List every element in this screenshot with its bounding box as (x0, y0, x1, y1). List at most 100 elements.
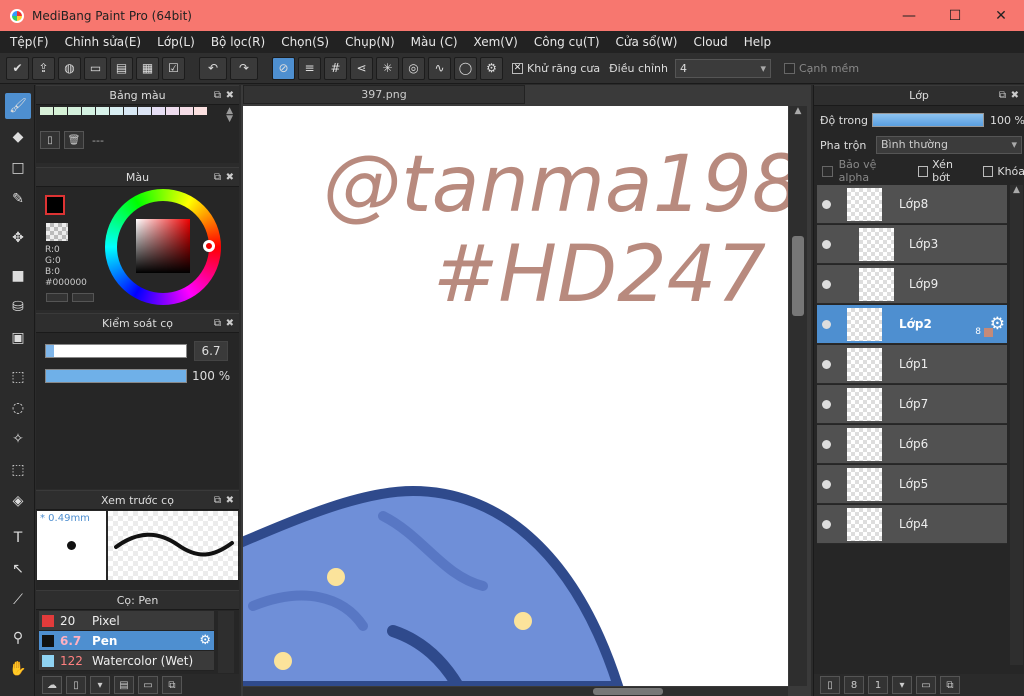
brush-item-watercolor[interactable]: 122 Watercolor (Wet) (39, 651, 214, 671)
new-1bit-layer-icon[interactable]: 1 (868, 676, 888, 694)
layer-list-scrollbar[interactable]: ▲ (1010, 185, 1023, 665)
brush-list-scrollbar[interactable] (218, 611, 234, 673)
snap-ellipse-icon[interactable]: ◯ (454, 56, 477, 80)
close-icon[interactable]: ✖ (226, 491, 234, 510)
snap-grid-icon[interactable]: # (324, 56, 347, 80)
layer-visibility-icon[interactable] (822, 320, 831, 329)
brush-size-value[interactable]: 6.7 (194, 341, 228, 361)
brush-opacity-slider[interactable] (45, 369, 187, 383)
duplicate-layer-icon[interactable]: ⧉ (940, 676, 960, 694)
hand-tool-icon[interactable]: ✋ (5, 656, 31, 682)
snap-off-icon[interactable]: ⊘ (272, 56, 295, 80)
delete-palette-icon[interactable]: 🗑 (64, 131, 84, 149)
rectangle-tool-icon[interactable]: □ (5, 155, 31, 181)
text-tool-icon[interactable]: T (5, 525, 31, 551)
move-tool-icon[interactable]: ✥ (5, 225, 31, 251)
add-brush-icon[interactable]: ▯ (66, 676, 86, 694)
menu-filter[interactable]: Bộ lọc(R) (203, 31, 273, 53)
brush-duplicate-icon[interactable]: ⧉ (162, 676, 182, 694)
cloud-check-icon[interactable]: ✔ (6, 56, 29, 80)
close-icon[interactable]: ✖ (226, 314, 234, 333)
undo-icon[interactable]: ↶ (199, 56, 227, 80)
layer-row[interactable]: Lớp6 (817, 425, 1007, 464)
layer-visibility-icon[interactable] (822, 360, 831, 369)
cloud-brush-icon[interactable]: ☁ (42, 676, 62, 694)
menu-help[interactable]: Help (736, 31, 779, 53)
add-layer-menu-icon[interactable]: ▾ (892, 676, 912, 694)
layer-visibility-icon[interactable] (822, 520, 831, 529)
menu-tools[interactable]: Công cụ(T) (526, 31, 608, 53)
new-layer-icon[interactable]: ▯ (820, 676, 840, 694)
checklist-icon[interactable]: ☑ (162, 56, 185, 80)
menu-select[interactable]: Chọn(S) (273, 31, 337, 53)
pen-line-tool-icon[interactable]: ✎ (5, 186, 31, 212)
popout-icon[interactable]: ⧉ (214, 86, 221, 105)
menu-cloud[interactable]: Cloud (686, 31, 736, 53)
eraser-tool-icon[interactable]: ◆ (5, 124, 31, 150)
eyedropper-tool-icon[interactable]: ⚲ (5, 625, 31, 651)
snap-radial-icon[interactable]: ✳ (376, 56, 399, 80)
popout-icon[interactable]: ⧉ (214, 168, 221, 187)
protect-alpha-checkbox[interactable] (822, 165, 833, 177)
foreground-color-swatch[interactable] (45, 195, 65, 215)
bucket-tool-icon[interactable]: ⛁ (5, 294, 31, 320)
share-icon[interactable]: ⇪ (32, 56, 55, 80)
brush-item-pixel[interactable]: 20 Pixel (39, 611, 214, 631)
divide-tool-icon[interactable]: ⟋ (5, 587, 31, 613)
select-rect-tool-icon[interactable]: ⬚ (5, 364, 31, 390)
select-pen-tool-icon[interactable]: ⬚ (5, 457, 31, 483)
color-eyedropper-button[interactable] (72, 293, 94, 302)
palette-swatches[interactable] (40, 107, 207, 115)
layer-visibility-icon[interactable] (822, 280, 831, 289)
layer-row[interactable]: Lớp1 (817, 345, 1007, 384)
popout-icon[interactable]: ⧉ (214, 491, 221, 510)
layer-visibility-icon[interactable] (822, 240, 831, 249)
speech-bubble-icon[interactable]: ▭ (84, 56, 107, 80)
close-icon[interactable]: ✖ (226, 86, 234, 105)
select-eraser-tool-icon[interactable]: ◈ (5, 488, 31, 514)
close-icon[interactable]: ✖ (226, 168, 234, 187)
brush-item-pen[interactable]: 6.7 Pen ⚙ (39, 631, 214, 651)
add-brush-menu-icon[interactable]: ▾ (90, 676, 110, 694)
snap-vanish-icon[interactable]: ⋖ (350, 56, 373, 80)
brush-folder-icon[interactable]: ▭ (138, 676, 158, 694)
layer-row[interactable]: Lớp9 (817, 265, 1007, 304)
close-button[interactable]: ✕ (978, 0, 1024, 31)
brush-copy-icon[interactable]: ▤ (114, 676, 134, 694)
layer-visibility-icon[interactable] (822, 200, 831, 209)
layer-settings-icon[interactable]: ⚙ (990, 314, 1005, 334)
layer-row[interactable]: Lớp5 (817, 465, 1007, 504)
snap-circle-icon[interactable]: ◎ (402, 56, 425, 80)
document-tab[interactable]: 397.png (243, 85, 525, 104)
gradient-tool-icon[interactable]: ▣ (5, 325, 31, 351)
brush-tool-icon[interactable]: 🖌 (5, 93, 31, 119)
snap-settings-icon[interactable]: ⚙ (480, 56, 503, 80)
menu-window[interactable]: Cửa sổ(W) (608, 31, 686, 53)
drawing-canvas[interactable]: @tanma198 #HD247 (243, 106, 788, 686)
transparent-swatch[interactable] (46, 223, 68, 241)
menu-color[interactable]: Màu (C) (403, 31, 466, 53)
layer-row[interactable]: Lớp7 (817, 385, 1007, 424)
soft-edge-checkbox[interactable] (783, 62, 795, 74)
adjust-select[interactable]: 4 (674, 58, 771, 78)
menu-view[interactable]: Xem(V) (466, 31, 526, 53)
brush-settings-icon[interactable]: ⚙ (199, 633, 211, 648)
page-icon[interactable]: ▤ (110, 56, 133, 80)
operation-tool-icon[interactable]: ↖ (5, 556, 31, 582)
brush-size-slider[interactable] (45, 344, 187, 358)
hue-handle[interactable] (203, 240, 215, 252)
comment-icon[interactable]: ◍ (58, 56, 81, 80)
snap-curve-icon[interactable]: ∿ (428, 56, 451, 80)
snap-parallel-icon[interactable]: ≡ (298, 56, 321, 80)
popout-icon[interactable]: ⧉ (999, 86, 1006, 105)
fill-rect-tool-icon[interactable]: ■ (5, 263, 31, 289)
popout-icon[interactable]: ⧉ (214, 314, 221, 333)
lock-checkbox[interactable] (982, 165, 994, 177)
layer-row[interactable]: Lớp8 (817, 185, 1007, 224)
new-8bit-layer-icon[interactable]: 8 (844, 676, 864, 694)
saturation-value-square[interactable] (136, 219, 190, 273)
magic-wand-tool-icon[interactable]: ✧ (5, 426, 31, 452)
layer-opacity-slider[interactable] (872, 113, 984, 127)
layer-row[interactable]: Lớp4 (817, 505, 1007, 544)
redo-icon[interactable]: ↷ (230, 56, 258, 80)
